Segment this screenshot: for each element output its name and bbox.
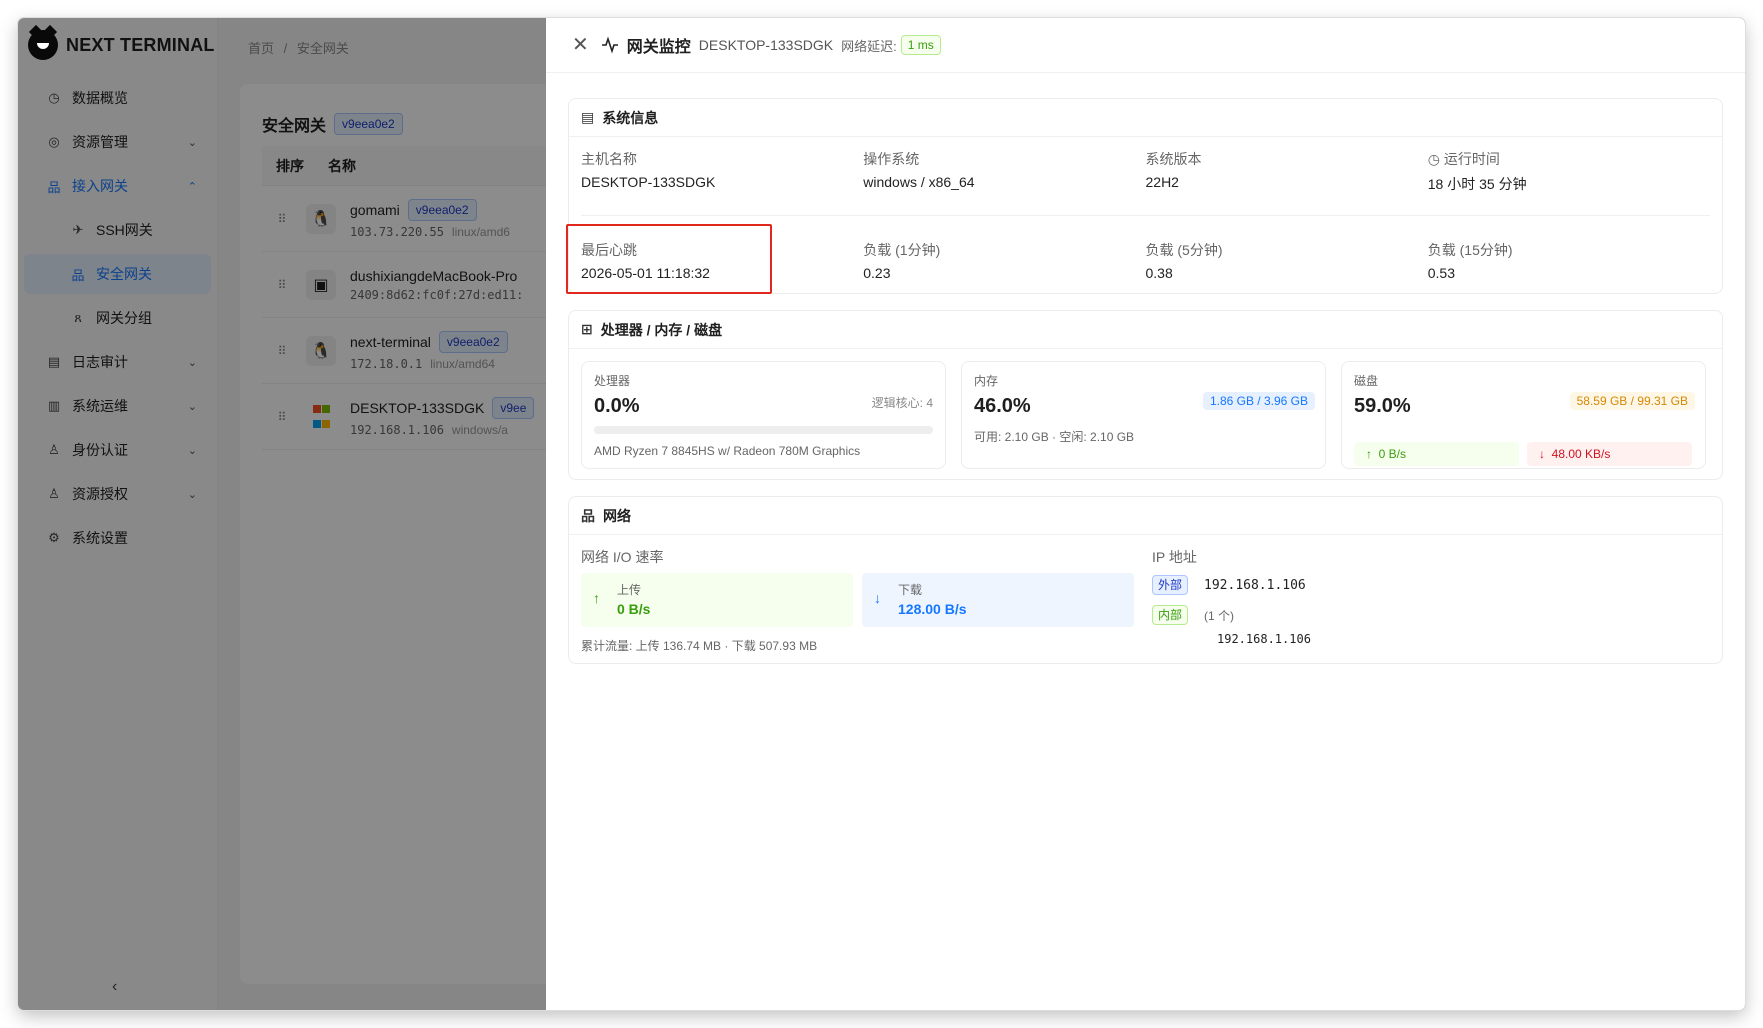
io-label: 网络 I/O 速率 <box>581 549 664 565</box>
load1-value: 0.23 <box>863 265 891 281</box>
internal-ip: 192.168.1.106 <box>1217 632 1311 646</box>
section-title: 系统信息 <box>602 109 659 126</box>
internal-tag: 内部 <box>1152 605 1189 625</box>
heartbeat-highlight-box <box>566 224 772 294</box>
os-label: 操作系统 <box>863 151 920 167</box>
disk-read-speed: ↑ 0 B/s <box>1354 442 1519 466</box>
arrow-up-icon: ↑ <box>1366 447 1379 461</box>
upload-rate: ↑ 上传 0 B/s <box>581 573 853 627</box>
cpu-progress <box>594 426 933 434</box>
download-rate: ↓ 下载 128.00 B/s <box>862 573 1134 627</box>
disk-tag: 58.59 GB / 99.31 GB <box>1569 392 1695 410</box>
disk-card: 磁盘 59.0% 58.59 GB / 99.31 GB ↑ 0 B/s ↓ 4… <box>1341 361 1706 469</box>
activity-icon <box>601 36 618 54</box>
load15-value: 0.53 <box>1427 265 1455 281</box>
hostname-value: DESKTOP-133SDGK <box>581 174 716 190</box>
arrow-down-icon: ↓ <box>874 590 881 606</box>
close-icon[interactable]: ✕ <box>572 35 589 55</box>
section-title: 处理器 / 内存 / 磁盘 <box>600 321 723 338</box>
latency-badge: 1 ms <box>900 35 941 55</box>
system-info-section: ▤ 系统信息 主机名称 DESKTOP-133SDGK 操作系统 windows / … <box>566 98 1723 294</box>
server-icon: ▤ <box>581 109 595 125</box>
section-title: 网络 <box>603 507 631 524</box>
disk-write-speed: ↓ 48.00 KB/s <box>1527 442 1692 466</box>
version-label: 系统版本 <box>1145 151 1202 167</box>
drawer-title: 网关监控 <box>626 39 691 56</box>
cpu-icon: ⊞ <box>581 321 593 337</box>
network-section: 品网络 网络 I/O 速率 ↑ 上传 0 B/s ↓ 下载 128.00 B/s… <box>568 496 1723 664</box>
latency-label: 网络延迟: <box>841 38 897 54</box>
uptime-value: 18 小时 35 分钟 <box>1427 176 1527 192</box>
cpu-card: 处理器 0.0% 逻辑核心: 4 AMD Ryzen 7 8845HS w/ R… <box>581 361 946 469</box>
load1-label: 负载 (1分钟) <box>863 242 941 258</box>
hardware-section: ⊞ 处理器 / 内存 / 磁盘 处理器 0.0% 逻辑核心: 4 AMD Ryze… <box>568 310 1723 480</box>
gateway-monitor-drawer: ✕ 网关监控 DESKTOP-133SDGK 网络延迟: 1 ms ▤ 系统信息 … <box>546 18 1745 1010</box>
ip-label: IP 地址 <box>1152 549 1197 565</box>
cpu-cores: 逻辑核心: 4 <box>871 396 933 410</box>
memory-detail: 可用: 2.10 GB · 空闲: 2.10 GB <box>974 430 1135 444</box>
external-tag: 外部 <box>1152 575 1189 595</box>
external-ip: 192.168.1.106 <box>1204 577 1306 593</box>
hostname-label: 主机名称 <box>581 151 637 167</box>
memory-tag: 1.86 GB / 3.96 GB <box>1202 392 1315 410</box>
load15-label: 负载 (15分钟) <box>1427 242 1513 258</box>
arrow-down-icon: ↓ <box>1539 447 1552 461</box>
version-value: 22H2 <box>1145 174 1179 190</box>
uptime-label: 运行时间 <box>1443 151 1500 167</box>
drawer-header: ✕ 网关监控 DESKTOP-133SDGK 网络延迟: 1 ms <box>546 18 1745 73</box>
drawer-host: DESKTOP-133SDGK <box>698 37 834 53</box>
arrow-up-icon: ↑ <box>593 590 600 606</box>
app-window: NEXT TERMINAL ◷ 数据概览 ◎ 资源管理 ⌄ 品接入网关 ⌃ ✈ SSH网关… <box>18 18 1745 1010</box>
cpu-model: AMD Ryzen 7 8845HS w/ Radeon 780M Graphi… <box>594 444 861 458</box>
load5-value: 0.38 <box>1145 265 1173 281</box>
load5-label: 负载 (5分钟) <box>1145 242 1223 258</box>
memory-card: 内存 46.0% 1.86 GB / 3.96 GB 可用: 2.10 GB ·… <box>961 361 1326 469</box>
network-icon: 品 <box>581 507 595 524</box>
os-value: windows / x86_64 <box>863 174 975 190</box>
internal-count: (1 个) <box>1204 608 1235 623</box>
clock-icon: ◷ <box>1427 151 1444 167</box>
traffic-total: 累计流量: 上传 136.74 MB · 下载 507.93 MB <box>581 639 818 653</box>
